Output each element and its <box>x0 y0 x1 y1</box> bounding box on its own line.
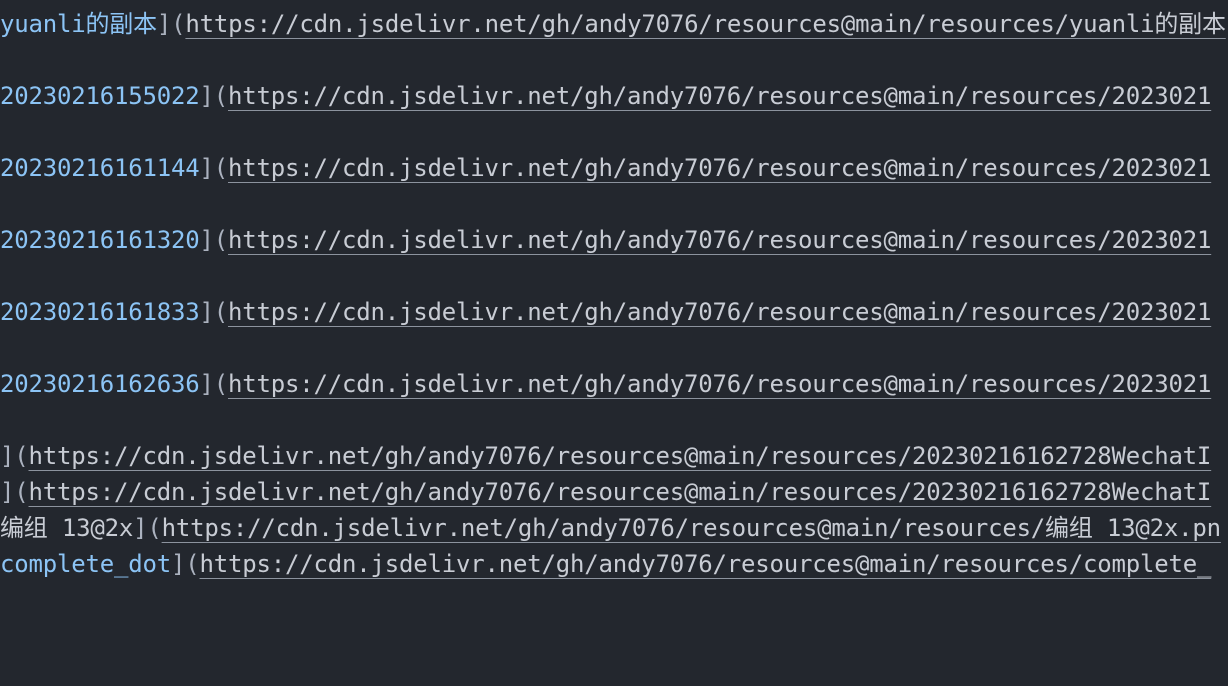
image-alt-text: 20230216155022 <box>0 82 200 110</box>
link-bracket: ]( <box>171 550 200 578</box>
image-url-link[interactable]: https://cdn.jsdelivr.net/gh/andy7076/res… <box>228 82 1211 110</box>
image-alt-text: yuanli的副本 <box>0 10 157 38</box>
markdown-editor[interactable]: yuanli的副本](https://cdn.jsdelivr.net/gh/a… <box>0 0 1228 686</box>
image-url-link[interactable]: https://cdn.jsdelivr.net/gh/andy7076/res… <box>162 514 1221 542</box>
link-bracket: ]( <box>0 478 29 506</box>
editor-line-6[interactable]: 20230216162636](https://cdn.jsdelivr.net… <box>0 366 1211 402</box>
editor-line-2[interactable]: 20230216155022](https://cdn.jsdelivr.net… <box>0 78 1211 114</box>
image-url-link[interactable]: https://cdn.jsdelivr.net/gh/andy7076/res… <box>29 442 1212 470</box>
image-url-link[interactable]: https://cdn.jsdelivr.net/gh/andy7076/res… <box>228 370 1211 398</box>
image-url-link[interactable]: https://cdn.jsdelivr.net/gh/andy7076/res… <box>185 10 1226 38</box>
editor-line-8[interactable]: ](https://cdn.jsdelivr.net/gh/andy7076/r… <box>0 474 1211 510</box>
image-alt-text: 20230216161833 <box>0 298 200 326</box>
image-alt-text: 编组 13@2x <box>0 514 134 542</box>
link-bracket: ]( <box>0 442 29 470</box>
editor-line-9[interactable]: 编组 13@2x](https://cdn.jsdelivr.net/gh/an… <box>0 510 1221 546</box>
image-alt-text: 20230216161320 <box>0 226 200 254</box>
image-alt-text: 20230216161144 <box>0 154 200 182</box>
link-bracket: ]( <box>199 226 229 254</box>
editor-line-5[interactable]: 20230216161833](https://cdn.jsdelivr.net… <box>0 294 1211 330</box>
image-url-link[interactable]: https://cdn.jsdelivr.net/gh/andy7076/res… <box>228 154 1211 182</box>
image-url-link[interactable]: https://cdn.jsdelivr.net/gh/andy7076/res… <box>200 550 1212 578</box>
link-bracket: ]( <box>133 514 162 542</box>
link-bracket: ]( <box>199 82 229 110</box>
link-bracket: ]( <box>199 154 229 182</box>
editor-line-4[interactable]: 20230216161320](https://cdn.jsdelivr.net… <box>0 222 1211 258</box>
editor-line-3[interactable]: 20230216161144](https://cdn.jsdelivr.net… <box>0 150 1211 186</box>
image-url-link[interactable]: https://cdn.jsdelivr.net/gh/andy7076/res… <box>29 478 1212 506</box>
image-url-link[interactable]: https://cdn.jsdelivr.net/gh/andy7076/res… <box>228 226 1211 254</box>
image-alt-text: complete_dot <box>0 550 171 578</box>
image-url-link[interactable]: https://cdn.jsdelivr.net/gh/andy7076/res… <box>228 298 1211 326</box>
editor-line-1[interactable]: yuanli的副本](https://cdn.jsdelivr.net/gh/a… <box>0 6 1226 42</box>
link-bracket: ]( <box>199 370 229 398</box>
image-alt-text: 20230216162636 <box>0 370 200 398</box>
link-bracket: ]( <box>199 298 229 326</box>
link-bracket: ]( <box>156 10 186 38</box>
editor-line-10[interactable]: complete_dot](https://cdn.jsdelivr.net/g… <box>0 546 1211 582</box>
editor-line-7[interactable]: ](https://cdn.jsdelivr.net/gh/andy7076/r… <box>0 438 1211 474</box>
